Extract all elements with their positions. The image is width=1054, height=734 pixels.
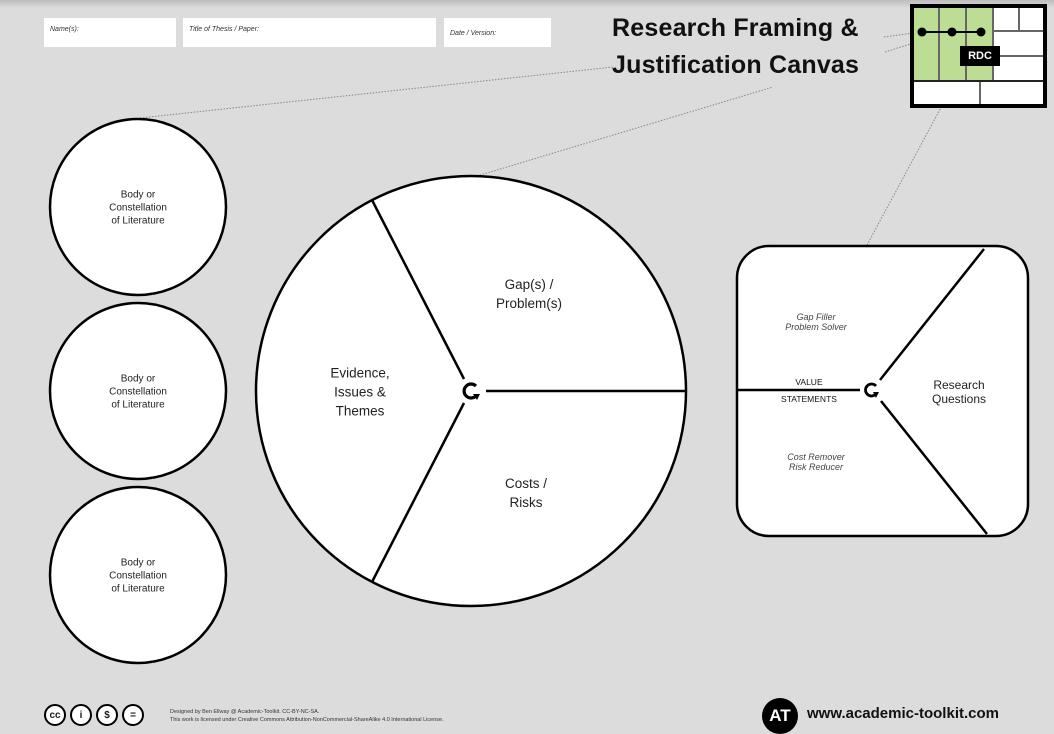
- cost-remover-label: Cost Remover Risk Reducer: [787, 452, 845, 472]
- literature-label-line: Body or: [120, 557, 156, 569]
- gap-filler-label: Gap Filler Problem Solver: [785, 312, 847, 332]
- credit-line-1: Designed by Ben Ellway @ Academic-Toolki…: [170, 709, 320, 715]
- cc-icon: cc: [44, 704, 66, 726]
- literature-label-line: of Literature: [111, 399, 165, 411]
- cost-remover-line: Risk Reducer: [788, 462, 844, 472]
- segment-label-line: Problem(s): [495, 296, 563, 311]
- literature-label-1: Body or Constellation of Literature: [109, 189, 167, 228]
- segment-costs-risks: Costs / Risks: [505, 474, 547, 512]
- credit-line-2: This work is licensed under Creative Com…: [170, 717, 444, 723]
- canvas-drawing: [48, 4, 1047, 665]
- research-questions-line: Research: [933, 378, 985, 392]
- literature-label-line: of Literature: [111, 583, 165, 595]
- by-icon: i: [70, 704, 92, 726]
- literature-label-3: Body or Constellation of Literature: [109, 557, 167, 596]
- gap-filler-line: Gap Filler: [796, 312, 836, 322]
- connector-line: [476, 86, 774, 177]
- literature-label-line: Constellation: [109, 570, 167, 582]
- research-questions-line: Questions: [931, 392, 987, 406]
- cost-remover-line: Cost Remover: [787, 452, 845, 462]
- gap-filler-line: Problem Solver: [785, 322, 847, 332]
- academic-toolkit-logo-icon: AT: [762, 698, 798, 734]
- literature-label-line: of Literature: [111, 215, 165, 227]
- literature-label-line: Constellation: [109, 202, 167, 214]
- segment-label-line: Themes: [335, 403, 385, 419]
- literature-label-2: Body or Constellation of Literature: [109, 373, 167, 412]
- license-icons: cc i $ =: [44, 704, 144, 726]
- segment-label-line: Issues &: [334, 384, 386, 400]
- segment-label-line: Costs /: [504, 476, 548, 491]
- segment-evidence-issues-themes: Evidence, Issues & Themes: [330, 364, 389, 421]
- website-link[interactable]: www.academic-toolkit.com: [807, 705, 999, 722]
- research-questions-label: Research Questions: [932, 378, 986, 406]
- segment-label-line: Evidence,: [330, 365, 390, 381]
- literature-label-line: Constellation: [109, 386, 167, 398]
- credits: Designed by Ben Ellway @ Academic-Toolki…: [170, 708, 444, 724]
- statements-label: STATEMENTS: [781, 394, 837, 404]
- connector-line: [139, 66, 614, 119]
- sa-icon: =: [122, 704, 144, 726]
- segment-gaps-problems: Gap(s) / Problem(s): [496, 275, 562, 313]
- rdc-badge: RDC: [960, 46, 1000, 66]
- literature-label-line: Body or: [120, 373, 156, 385]
- nc-icon: $: [96, 704, 118, 726]
- segment-label-line: Risks: [509, 495, 543, 510]
- literature-label-line: Body or: [120, 189, 156, 201]
- value-label: VALUE: [795, 377, 823, 387]
- segment-label-line: Gap(s) /: [504, 277, 554, 292]
